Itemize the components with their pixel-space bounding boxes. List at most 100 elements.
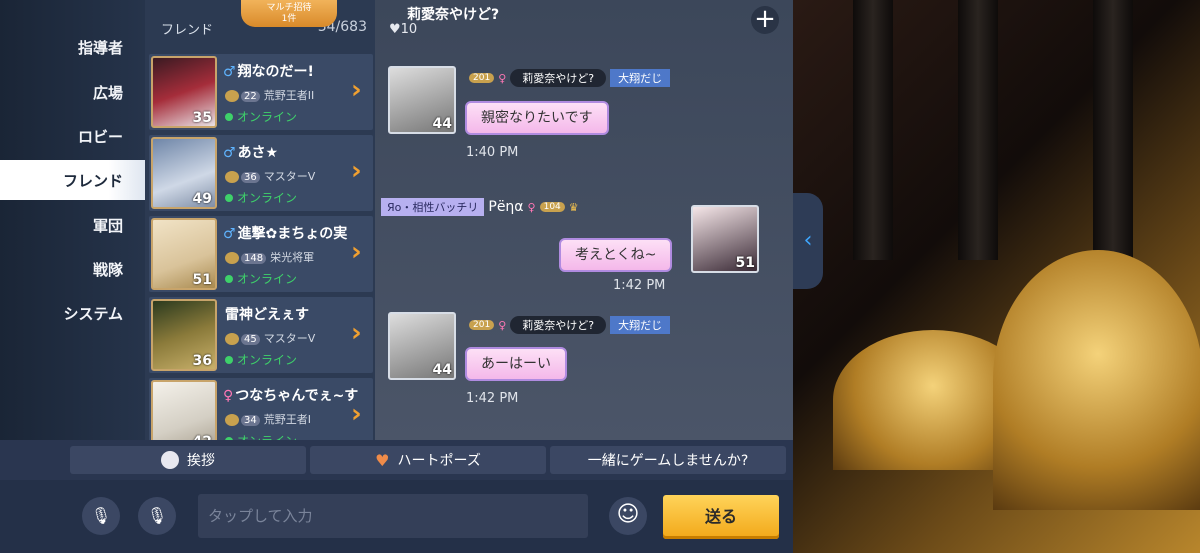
- sender-avatar[interactable]: 44: [388, 66, 456, 134]
- avatar-level: 35: [192, 110, 212, 126]
- level-badge: 201: [469, 73, 495, 83]
- female-icon: ♀: [498, 71, 507, 85]
- nav-item-squad[interactable]: 戦隊: [0, 249, 145, 289]
- multi-invite-label: マルチ招待: [266, 3, 312, 13]
- greet-button[interactable]: 挨拶: [70, 446, 306, 474]
- chevron-right-icon[interactable]: ›: [351, 320, 365, 346]
- online-status: オンライン: [225, 351, 297, 368]
- chevron-left-icon[interactable]: ‹: [793, 193, 823, 289]
- pillar: [853, 0, 893, 260]
- heart-pose-button[interactable]: ♥ ハートポーズ: [310, 446, 546, 474]
- play-together-button[interactable]: 一緒にゲームしませんか?: [550, 446, 786, 474]
- online-status: オンライン: [225, 108, 297, 125]
- friend-name-row: 雷神どえぇす: [223, 304, 309, 324]
- friend-avatar[interactable]: 35: [151, 56, 217, 128]
- friend-name-row: ♂ 進撃✿まちょの実: [223, 223, 347, 243]
- friend-rank-row: 34 荒野王者I: [225, 411, 311, 427]
- heart-icon: ♥: [389, 22, 401, 37]
- crown-icon: ♛: [568, 200, 579, 214]
- level-badge: 45: [241, 334, 260, 345]
- friend-name: 翔なのだー!: [237, 64, 314, 80]
- avatar-level: 49: [192, 191, 212, 207]
- level-badge: 201: [469, 320, 495, 330]
- friend-avatar[interactable]: 49: [151, 137, 217, 209]
- nav-item-system[interactable]: システム: [0, 293, 145, 333]
- star-badge-icon: [225, 252, 239, 264]
- level-badge: 148: [241, 253, 267, 264]
- mic-icon[interactable]: 🎙: [138, 497, 176, 535]
- friend-list: フレンド 34/683 マルチ招待 1件 35 ♂ 翔なのだー! 22 荒野王者II…: [145, 0, 375, 440]
- message-input[interactable]: [198, 494, 588, 538]
- favorability: ♥10: [389, 22, 417, 37]
- nav-item-legion[interactable]: 軍団: [0, 205, 145, 245]
- avatar-level: 44: [432, 362, 452, 378]
- friend-name: 進撃✿まちょの実: [237, 226, 348, 242]
- friend-row[interactable]: 49 ♂ あさ★ 36 マスターV オンライン ›: [149, 135, 373, 211]
- male-icon: ♂: [223, 226, 236, 242]
- nav-item-lobby[interactable]: ロビー: [0, 116, 145, 156]
- friend-name-row: ♀ つなちゃんでぇ~す: [223, 385, 358, 405]
- avatar-level: 51: [735, 255, 755, 271]
- friend-row[interactable]: 51 ♂ 進撃✿まちょの実 148 栄光将軍 オンライン ›: [149, 216, 373, 292]
- friend-rank-row: 22 荒野王者II: [225, 87, 314, 103]
- friend-name: 雷神どえぇす: [225, 307, 309, 323]
- friend-name: つなちゃんでぇ~す: [235, 388, 359, 404]
- chevron-right-icon[interactable]: ›: [351, 401, 365, 427]
- friend-avatar[interactable]: 51: [151, 218, 217, 290]
- pillar: [958, 0, 998, 260]
- friend-avatar[interactable]: 42: [151, 380, 217, 440]
- send-button[interactable]: 送る: [663, 495, 779, 539]
- friend-row[interactable]: 42 ♀つなちゃんでぇ~す 34荒野王者I オンライン ›: [149, 378, 373, 440]
- online-status: オンライン: [225, 432, 297, 440]
- play-together-label: 一緒にゲームしませんか?: [587, 453, 749, 469]
- friend-rank-row: 45 マスターV: [225, 330, 315, 346]
- plus-icon[interactable]: +: [751, 6, 779, 34]
- nav-item-label: 戦隊: [92, 260, 123, 279]
- multi-invite-badge[interactable]: マルチ招待 1件: [241, 0, 337, 27]
- group-tag: 大翔だじ: [610, 69, 671, 87]
- friend-list-header: フレンド 34/683 マルチ招待 1件: [145, 0, 375, 48]
- friend-rank-row: 36 マスターV: [225, 168, 315, 184]
- nav-item-plaza[interactable]: 広場: [0, 72, 145, 112]
- friend-row[interactable]: 36 雷神どえぇす 45 マスターV オンライン ›: [149, 297, 373, 373]
- rank-title: マスターV: [263, 332, 316, 345]
- mic-translate-icon[interactable]: 🎙: [82, 497, 120, 535]
- female-icon: ♀: [498, 318, 507, 332]
- rank-title: 荒野王者II: [263, 89, 315, 102]
- chat-title: 莉愛奈やけど?: [407, 7, 500, 23]
- male-icon: ♂: [223, 145, 236, 161]
- star-badge-icon: [225, 414, 239, 426]
- smiley-icon[interactable]: ☺: [609, 497, 647, 535]
- chat-bubble: 考えとくね~: [559, 238, 673, 272]
- friend-list-title: フレンド: [161, 23, 214, 38]
- female-icon: ♀: [527, 200, 536, 214]
- chevron-right-icon[interactable]: ›: [351, 77, 365, 103]
- chevron-right-icon[interactable]: ›: [351, 239, 365, 265]
- nav-item-friends[interactable]: フレンド: [0, 160, 145, 200]
- level-badge: 34: [241, 415, 260, 426]
- main-nav: 指導者 広場 ロビー フレンド 軍団 戦隊 システム: [0, 0, 145, 440]
- group-tag: 大翔だじ: [610, 316, 671, 334]
- sender-name: 莉愛奈やけど?: [510, 316, 607, 334]
- heart-icon: ♥: [375, 450, 390, 470]
- chat-panel: 莉愛奈やけど? ♥10 + 44 201 ♀ 莉愛奈やけど? 大翔だじ 親密なり…: [375, 0, 793, 440]
- rank-title: 荒野王者I: [263, 413, 311, 426]
- friend-name-row: ♂ 翔なのだー!: [223, 61, 314, 81]
- message-input-bar: 🎙 🎙 ☺ 送る: [0, 480, 793, 553]
- sender-tags: Яo・相性バッチリ Pёηα ♀ 104 ♛: [381, 198, 579, 216]
- friend-row[interactable]: 35 ♂ 翔なのだー! 22 荒野王者II オンライン ›: [149, 54, 373, 130]
- background-art: [793, 0, 1200, 553]
- sender-name: Pёηα: [488, 199, 524, 215]
- friend-avatar[interactable]: 36: [151, 299, 217, 371]
- relation-tag: Яo・相性バッチリ: [381, 198, 485, 216]
- nav-item-label: フレンド: [62, 171, 123, 190]
- sender-avatar[interactable]: 51: [691, 205, 759, 273]
- message-time: 1:40 PM: [466, 145, 519, 160]
- level-badge: 22: [241, 91, 260, 102]
- sender-avatar[interactable]: 44: [388, 312, 456, 380]
- chevron-right-icon[interactable]: ›: [351, 158, 365, 184]
- multi-invite-count: 1件: [281, 14, 297, 24]
- nav-item-label: 広場: [92, 83, 123, 102]
- nav-item-leader[interactable]: 指導者: [0, 27, 145, 67]
- avatar-level: 44: [432, 116, 452, 132]
